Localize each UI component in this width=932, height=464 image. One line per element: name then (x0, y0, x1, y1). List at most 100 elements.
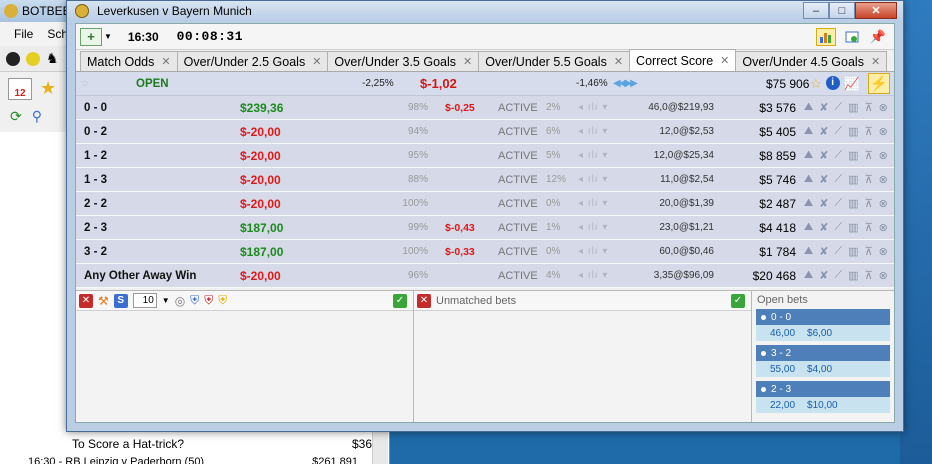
price-ladder-icon[interactable]: ◂ ılı ▾ (578, 102, 608, 113)
add-button[interactable]: + (80, 27, 102, 46)
menu-schedule[interactable]: Sch (47, 27, 68, 41)
menu-file[interactable]: File (14, 27, 33, 41)
tab-close-icon[interactable]: ✕ (614, 55, 623, 68)
tab-close-icon[interactable]: ✕ (720, 54, 729, 67)
filter-icon[interactable]: ⚲ (32, 108, 42, 125)
runner-chart-icon[interactable]: ⛰ (804, 101, 813, 114)
shield-red-icon[interactable]: ⛨ (204, 293, 213, 308)
runner-graph-icon[interactable]: ⟋ (834, 173, 842, 186)
runner-ladder-icon[interactable]: ▥ (848, 269, 858, 282)
tab-close-icon[interactable]: ✕ (161, 55, 170, 68)
minimize-button[interactable]: – (803, 2, 829, 19)
hammer-icon[interactable]: ⚒ (98, 294, 109, 308)
football-icon[interactable] (6, 51, 20, 66)
runner-ladder-icon[interactable]: ▥ (848, 125, 858, 138)
runner-row[interactable]: Any Other Away Win $-20,00 96% ACTIVE 4% ◂ ıl… (76, 264, 894, 288)
runner-tools-icon[interactable]: ✘ (819, 269, 828, 282)
tab-over-under-4-5[interactable]: Over/Under 4.5 Goals ✕ (735, 51, 888, 71)
runner-remove-icon[interactable]: ⊗ (879, 197, 888, 210)
runner-row[interactable]: 1 - 3 $-20,00 88% ACTIVE 12% ◂ ılı ▾ 11,0@$2,5… (76, 168, 894, 192)
runner-collapse-icon[interactable]: ⊼ (865, 125, 873, 138)
runner-row[interactable]: 1 - 2 $-20,00 95% ACTIVE 5% ◂ ılı ▾ 12,0@$25,3… (76, 144, 894, 168)
cancel-unmatched-icon[interactable]: ✕ (417, 293, 431, 308)
price-ladder-icon[interactable]: ◂ ılı ▾ (578, 222, 608, 233)
runner-tools-icon[interactable]: ✘ (819, 173, 828, 186)
price-ladder-icon[interactable]: ◂ ılı ▾ (578, 150, 608, 161)
stake-dropdown-icon[interactable]: ▼ (162, 296, 170, 305)
background-tree-match[interactable]: 16:30 - RB Leipzig v Paderborn (50) $261… (28, 456, 358, 464)
runner-row[interactable]: 0 - 2 $-20,00 94% ACTIVE 6% ◂ ılı ▾ 12,0@$2,53… (76, 120, 894, 144)
tab-close-icon[interactable]: ✕ (871, 55, 880, 68)
runner-chart-icon[interactable]: ⛰ (804, 245, 813, 258)
maximize-button[interactable]: □ (829, 2, 855, 19)
tab-over-under-2-5[interactable]: Over/Under 2.5 Goals ✕ (176, 51, 329, 71)
runner-ladder-icon[interactable]: ▥ (848, 221, 858, 234)
runner-remove-icon[interactable]: ⊗ (879, 101, 888, 114)
runner-row[interactable]: 3 - 2 $187,00 100% $-0,33 ACTIVE 0% ◂ ılı ▾ 60,… (76, 240, 894, 264)
price-ladder-icon[interactable]: ◂ ılı ▾ (578, 174, 608, 185)
runner-graph-icon[interactable]: ⟋ (834, 101, 842, 114)
runner-remove-icon[interactable]: ⊗ (879, 221, 888, 234)
runner-collapse-icon[interactable]: ⊼ (865, 221, 873, 234)
runner-row[interactable]: 2 - 2 $-20,00 100% ACTIVE 0% ◂ ılı ▾ 20,0@$1,3… (76, 192, 894, 216)
runner-remove-icon[interactable]: ⊗ (879, 149, 888, 162)
runner-graph-icon[interactable]: ⟋ (834, 125, 842, 138)
confirm-check-icon[interactable]: ✓ (393, 293, 407, 308)
tab-match-odds[interactable]: Match Odds ✕ (80, 51, 178, 71)
tab-correct-score[interactable]: Correct Score ✕ (629, 49, 737, 71)
shield-yellow-icon[interactable]: ⛨ (218, 293, 227, 308)
dropdown-arrow-icon[interactable]: ▼ (104, 32, 112, 41)
tab-close-icon[interactable]: ✕ (463, 55, 472, 68)
stake-mode-icon[interactable]: S (113, 293, 128, 308)
runner-chart-icon[interactable]: ⛰ (804, 197, 813, 210)
refresh-icon[interactable]: ⟳ (10, 108, 22, 125)
price-ladder-icon[interactable]: ◂ ılı ▾ (578, 126, 608, 137)
price-ladder-icon[interactable]: ◂ ılı ▾ (578, 198, 608, 209)
runner-chart-icon[interactable]: ⛰ (804, 269, 813, 282)
runner-tools-icon[interactable]: ✘ (819, 149, 828, 162)
market-window-titlebar[interactable]: Leverkusen v Bayern Munich (67, 1, 903, 21)
tab-over-under-5-5[interactable]: Over/Under 5.5 Goals ✕ (478, 51, 631, 71)
open-bet-card[interactable]: 2 - 3 22,00 $10,00 (756, 381, 890, 413)
runner-tools-icon[interactable]: ✘ (819, 197, 828, 210)
price-ladder-icon[interactable]: ◂ ılı ▾ (578, 246, 608, 257)
runner-remove-icon[interactable]: ⊗ (879, 125, 888, 138)
runner-ladder-icon[interactable]: ▥ (848, 245, 858, 258)
runner-tools-icon[interactable]: ✘ (819, 101, 828, 114)
runner-graph-icon[interactable]: ⟋ (834, 149, 842, 162)
star-icon[interactable]: ★ (40, 78, 56, 100)
stake-input[interactable]: 10 (132, 293, 157, 308)
runner-graph-icon[interactable]: ⟋ (834, 221, 842, 234)
runner-collapse-icon[interactable]: ⊼ (865, 245, 873, 258)
tennis-ball-icon[interactable] (26, 51, 40, 66)
runner-tools-icon[interactable]: ✘ (819, 245, 828, 258)
runner-ladder-icon[interactable]: ▥ (848, 149, 858, 162)
runner-chart-icon[interactable]: ⛰ (804, 149, 813, 162)
runner-collapse-icon[interactable]: ⊼ (865, 197, 873, 210)
runner-collapse-icon[interactable]: ⊼ (865, 173, 873, 186)
calendar-icon[interactable]: 12 (8, 78, 32, 100)
cancel-icon[interactable]: ✕ (79, 293, 93, 308)
runner-graph-icon[interactable]: ⟋ (834, 269, 842, 282)
window-refresh-icon[interactable] (842, 28, 862, 46)
runner-remove-icon[interactable]: ⊗ (879, 173, 888, 186)
shield-blue-icon[interactable]: ⛨ (190, 293, 199, 308)
runner-collapse-icon[interactable]: ⊼ (865, 149, 873, 162)
runner-graph-icon[interactable]: ⟋ (834, 245, 842, 258)
runner-ladder-icon[interactable]: ▥ (848, 101, 858, 114)
close-button[interactable]: ✕ (855, 2, 897, 19)
round-button-icon[interactable]: ◎ (175, 294, 185, 308)
runner-remove-icon[interactable]: ⊗ (879, 245, 888, 258)
open-bet-card[interactable]: 3 - 2 55,00 $4,00 (756, 345, 890, 377)
runner-collapse-icon[interactable]: ⊼ (865, 101, 873, 114)
chart-icon[interactable]: 📈 (844, 76, 860, 92)
tab-close-icon[interactable]: ✕ (312, 55, 321, 68)
favourite-star-icon[interactable]: ☆ (810, 76, 822, 92)
confirm-unmatched-icon[interactable]: ✓ (731, 293, 745, 308)
runner-tools-icon[interactable]: ✘ (819, 125, 828, 138)
lightning-icon[interactable]: ⚡ (868, 73, 890, 94)
tab-over-under-3-5[interactable]: Over/Under 3.5 Goals ✕ (327, 51, 480, 71)
runner-row[interactable]: 0 - 0 $239,36 98% $-0,25 ACTIVE 2% ◂ ılı ▾ 46,0… (76, 96, 894, 120)
runner-chart-icon[interactable]: ⛰ (804, 173, 813, 186)
runner-ladder-icon[interactable]: ▥ (848, 173, 858, 186)
